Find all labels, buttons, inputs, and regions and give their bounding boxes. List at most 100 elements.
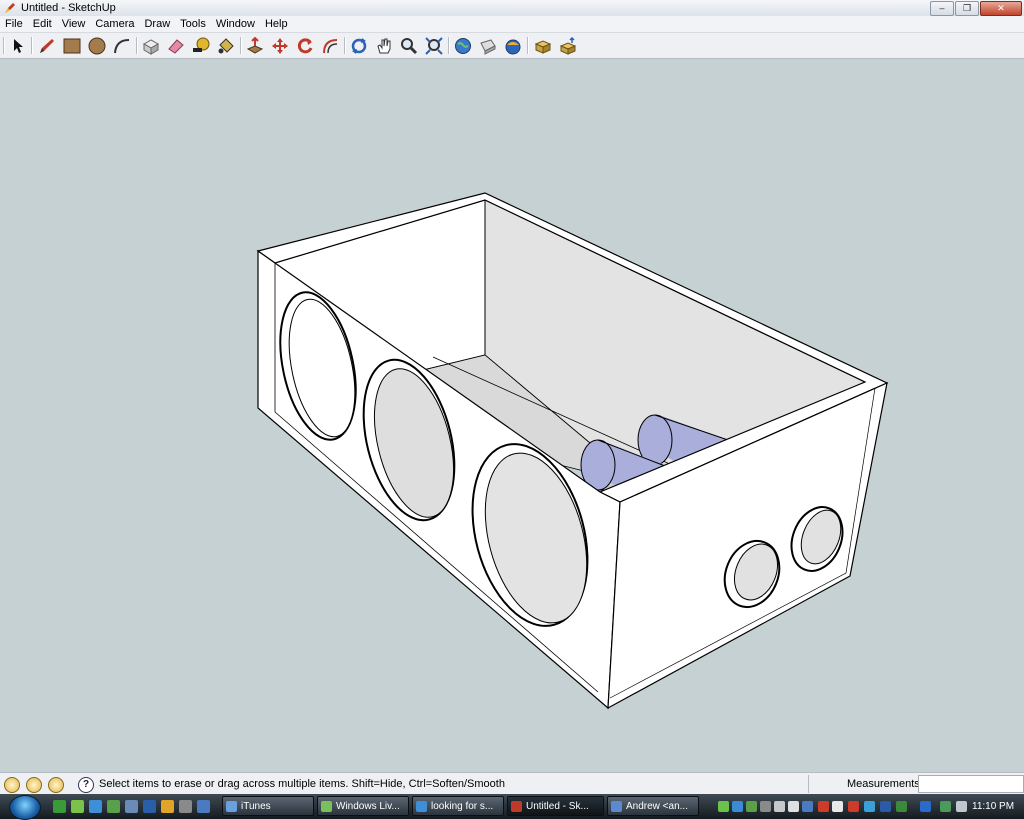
quick-launch-icon[interactable] [71, 800, 84, 813]
rectangle-icon [63, 38, 81, 53]
volume-icon[interactable] [956, 801, 967, 812]
tray-icon[interactable] [920, 801, 931, 812]
windows-live-icon [321, 801, 332, 812]
arc-tool[interactable] [111, 35, 133, 56]
eraser-tool[interactable] [165, 35, 187, 56]
status-hint: Select items to erase or drag across mul… [99, 778, 505, 790]
main-toolbar [0, 33, 1024, 59]
menu-view[interactable]: View [57, 18, 91, 30]
quick-launch-icon[interactable] [107, 800, 120, 813]
make-component-tool[interactable] [140, 35, 162, 56]
quick-launch-icon[interactable] [161, 800, 174, 813]
geolocation-icon[interactable] [4, 777, 20, 793]
move-tool[interactable] [269, 35, 291, 56]
toolbar-separator [240, 37, 242, 54]
tray-icon[interactable] [774, 801, 785, 812]
orbit-tool[interactable] [348, 35, 370, 56]
arc-icon [114, 38, 130, 53]
zoom-tool[interactable] [398, 35, 420, 56]
pushpull-icon [246, 36, 264, 54]
tray-icon[interactable] [746, 801, 757, 812]
tray-icon[interactable] [864, 801, 875, 812]
menu-edit[interactable]: Edit [28, 18, 57, 30]
quick-launch-icon[interactable] [179, 800, 192, 813]
arrow-icon [14, 38, 23, 53]
select-tool[interactable] [7, 35, 29, 56]
menu-help[interactable]: Help [260, 18, 293, 30]
earth-icon [505, 39, 521, 54]
tray-icon[interactable] [848, 801, 859, 812]
toolbar-separator [344, 37, 346, 54]
minimize-button[interactable]: – [930, 1, 954, 16]
itunes-icon [226, 801, 237, 812]
toolbar-grip [3, 37, 5, 54]
menu-camera[interactable]: Camera [90, 18, 139, 30]
tray-icon[interactable] [832, 801, 843, 812]
tray-icon[interactable] [802, 801, 813, 812]
taskbar-button-windows-live[interactable]: Windows Liv... [317, 796, 409, 816]
status-separator [808, 775, 809, 793]
modeling-viewport[interactable] [0, 59, 1024, 772]
window-title: Untitled - SketchUp [21, 2, 116, 14]
close-button[interactable]: ✕ [980, 1, 1022, 16]
paint-bucket-tool[interactable] [215, 35, 237, 56]
menu-bar: File Edit View Camera Draw Tools Window … [0, 16, 1024, 33]
push-pull-tool[interactable] [244, 35, 266, 56]
taskbar-button-label: Andrew <an... [626, 801, 688, 812]
box-down-icon [534, 39, 552, 54]
taskbar-button-label: looking for s... [431, 801, 494, 812]
rectangle-tool[interactable] [61, 35, 83, 56]
show-desktop-icon[interactable] [53, 800, 66, 813]
taskbar-button-browser[interactable]: looking for s... [412, 796, 504, 816]
offset-tool[interactable] [319, 35, 341, 56]
status-bar: ? Select items to erase or drag across m… [0, 772, 1024, 795]
move-icon [272, 37, 288, 54]
internet-explorer-icon[interactable] [89, 800, 102, 813]
sketchup-icon [511, 801, 522, 812]
eraser-icon [168, 38, 184, 54]
start-button[interactable] [9, 795, 41, 820]
tray-icon[interactable] [896, 801, 907, 812]
tray-icon[interactable] [760, 801, 771, 812]
offset-icon [323, 38, 338, 53]
measurements-input[interactable] [918, 775, 1024, 793]
taskbar-button-label: iTunes [241, 801, 271, 812]
get-models-tool[interactable] [452, 35, 474, 56]
menu-tools[interactable]: Tools [175, 18, 211, 30]
share-model-tool[interactable] [477, 35, 499, 56]
taskbar-button-itunes[interactable]: iTunes [222, 796, 314, 816]
taskbar-button-mail[interactable]: Andrew <an... [607, 796, 699, 816]
menu-window[interactable]: Window [211, 18, 260, 30]
zoom-extents-tool[interactable] [423, 35, 445, 56]
bucket-icon [218, 37, 234, 53]
pan-tool[interactable] [373, 35, 395, 56]
line-tool[interactable] [36, 35, 58, 56]
quick-launch-icon[interactable] [143, 800, 156, 813]
tray-icon[interactable] [788, 801, 799, 812]
tray-icon[interactable] [818, 801, 829, 812]
taskbar-button-label: Windows Liv... [336, 801, 400, 812]
speaker-box-model [256, 192, 889, 710]
circle-tool[interactable] [86, 35, 108, 56]
taskbar-clock[interactable]: 11:10 PM [972, 801, 1014, 812]
menu-draw[interactable]: Draw [139, 18, 175, 30]
menu-file[interactable]: File [0, 18, 28, 30]
share-component-tool[interactable] [557, 35, 579, 56]
credits-icon[interactable] [26, 777, 42, 793]
earth-tool[interactable] [502, 35, 524, 56]
rotate-icon [297, 37, 313, 53]
rotate-tool[interactable] [294, 35, 316, 56]
tray-icon[interactable] [718, 801, 729, 812]
network-icon[interactable] [940, 801, 951, 812]
user-icon[interactable] [48, 777, 64, 793]
taskbar-button-sketchup[interactable]: Untitled - Sk... [507, 796, 604, 816]
tray-icon[interactable] [880, 801, 891, 812]
tray-icon[interactable] [732, 801, 743, 812]
quick-launch-icon[interactable] [197, 800, 210, 813]
restore-button[interactable]: ❐ [955, 1, 979, 16]
help-icon[interactable]: ? [78, 777, 94, 793]
get-component-tool[interactable] [532, 35, 554, 56]
tape-measure-tool[interactable] [190, 35, 212, 56]
title-bar: Untitled - SketchUp – ❐ ✕ [0, 0, 1024, 17]
quick-launch-icon[interactable] [125, 800, 138, 813]
